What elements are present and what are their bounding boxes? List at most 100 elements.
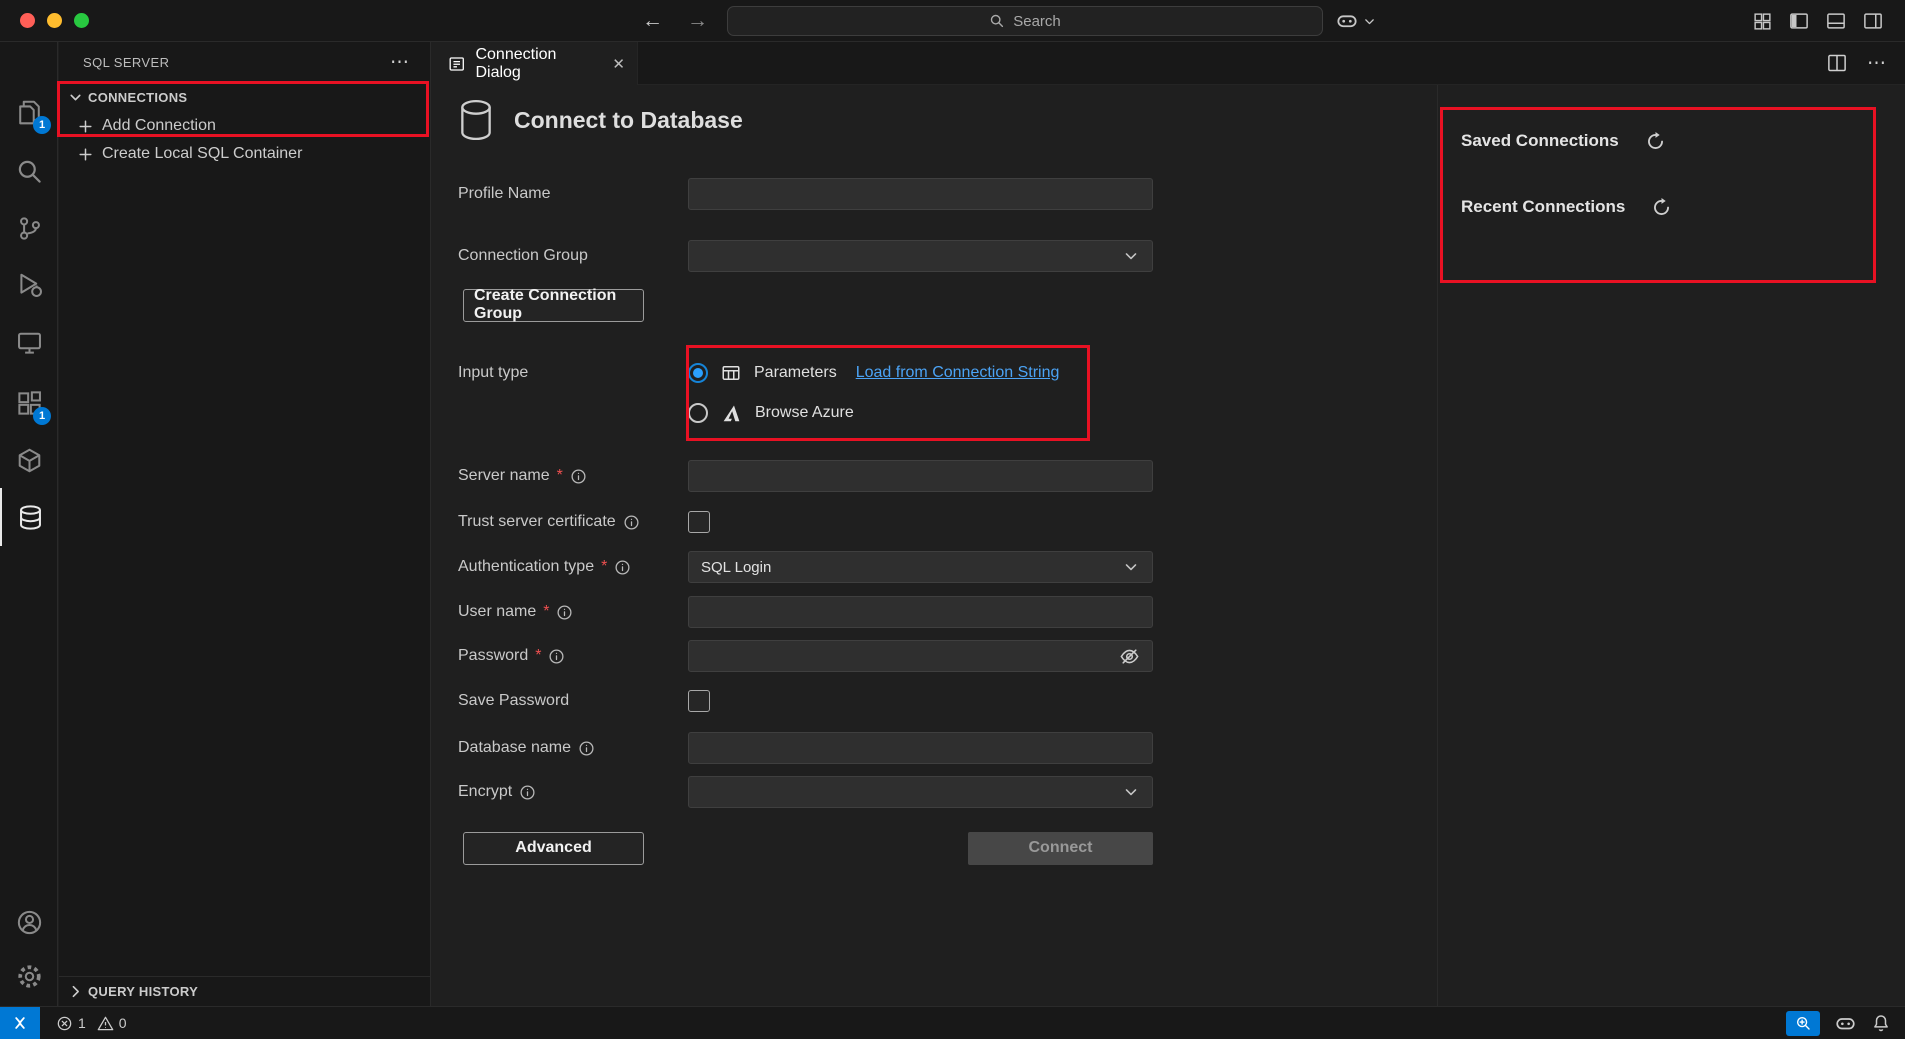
sidebar-empty-area [59,168,430,976]
database-name-input[interactable] [688,732,1153,764]
browse-azure-radio[interactable] [688,403,708,423]
search-placeholder: Search [1013,13,1061,30]
activity-containers[interactable] [0,431,58,489]
sidebar-title: SQL SERVER [83,55,390,70]
sidebar-item-create-local-sql-container[interactable]: Create Local SQL Container [59,140,430,168]
info-icon[interactable] [519,784,536,801]
activity-accounts[interactable] [0,898,58,946]
connect-button[interactable]: Connect [968,832,1153,865]
sidebar-header: SQL SERVER ⋯ [59,42,430,82]
copilot-menu[interactable] [1336,0,1376,42]
input-type-label: Input type [458,364,528,382]
run-debug-icon [16,271,43,298]
activity-run-debug[interactable] [0,255,58,313]
sidebar: SQL SERVER ⋯ CONNECTIONS Add Connection … [59,42,431,1006]
status-bar: 1 0 [0,1006,1905,1039]
server-name-input[interactable] [688,460,1153,492]
zoom-in-icon [1795,1015,1812,1032]
history-nav: ← → [642,0,708,42]
connection-group-select[interactable] [688,240,1153,272]
customize-layout-icon[interactable] [1753,12,1772,31]
back-button[interactable]: ← [642,9,663,33]
profile-name-label: Profile Name [458,185,550,203]
required-marker: * [535,647,541,665]
activity-sql-server[interactable] [0,488,58,546]
user-name-input[interactable] [688,596,1153,628]
authentication-type-label: Authentication type [458,558,594,576]
remote-indicator-button[interactable] [0,1007,40,1039]
parameters-radio[interactable] [688,363,708,383]
activity-explorer[interactable]: 1 [0,83,58,141]
more-actions-icon[interactable]: ⋯ [390,51,410,74]
zoom-window-button[interactable] [74,13,89,28]
authentication-type-select[interactable]: SQL Login [688,551,1153,583]
zoom-status-button[interactable] [1786,1011,1820,1036]
load-connection-string-link[interactable]: Load from Connection String [856,364,1060,382]
activity-remote-explorer[interactable] [0,313,58,371]
search-icon [16,158,43,185]
remote-icon [11,1014,29,1032]
create-connection-group-button[interactable]: Create Connection Group [463,289,644,322]
database-name-label: Database name [458,739,571,757]
more-actions-icon[interactable]: ⋯ [1867,52,1887,75]
toggle-panel-icon[interactable] [1826,11,1846,31]
recent-connections-row: Recent Connections [1461,192,1672,222]
query-history-section-header[interactable]: QUERY HISTORY [59,976,430,1006]
trust-certificate-label: Trust server certificate [458,513,616,531]
chevron-down-icon [1122,558,1140,576]
error-icon [56,1015,73,1032]
sidebar-item-add-connection[interactable]: Add Connection [59,112,430,140]
save-password-checkbox[interactable] [688,690,710,712]
authentication-type-value: SQL Login [701,559,771,576]
source-control-icon [16,215,43,242]
notifications-bell-icon[interactable] [1871,1013,1891,1033]
encrypt-row: Encrypt [458,776,1153,808]
search-input[interactable]: Search [727,6,1323,36]
chevron-right-icon [67,983,84,1000]
layout-controls [1753,0,1883,42]
info-icon[interactable] [570,468,587,485]
info-icon[interactable] [548,648,565,665]
info-icon[interactable] [556,604,573,621]
copilot-status-icon[interactable] [1835,1013,1856,1034]
eye-off-icon[interactable] [1119,646,1140,667]
encrypt-select[interactable] [688,776,1153,808]
saved-connections-title: Saved Connections [1461,131,1619,151]
password-input[interactable] [688,640,1153,672]
tab-connection-dialog[interactable]: Connection Dialog ✕ [432,42,638,85]
azure-icon [721,403,742,424]
info-icon[interactable] [578,740,595,757]
refresh-icon[interactable] [1651,197,1672,218]
info-icon[interactable] [614,559,631,576]
plus-icon [77,118,94,135]
advanced-button[interactable]: Advanced [463,832,644,865]
sql-server-icon [17,504,44,531]
connections-section-header[interactable]: CONNECTIONS [59,82,430,112]
activity-extensions[interactable]: 1 [0,374,58,432]
explorer-badge: 1 [33,116,51,134]
tab-label: Connection Dialog [475,46,602,82]
activity-source-control[interactable] [0,199,58,257]
close-tab-icon[interactable]: ✕ [612,55,625,73]
database-name-row: Database name [458,732,1153,764]
problems-button[interactable]: 1 0 [50,1015,127,1032]
user-name-row: User name * [458,596,1153,628]
minimize-window-button[interactable] [47,13,62,28]
forward-button[interactable]: → [687,9,708,33]
toggle-sidebar-icon[interactable] [1789,11,1809,31]
split-editor-icon[interactable] [1827,53,1847,73]
refresh-icon[interactable] [1645,131,1666,152]
trust-certificate-checkbox[interactable] [688,511,710,533]
table-icon [721,363,741,383]
required-marker: * [601,558,607,576]
activity-settings[interactable] [0,952,58,1000]
close-window-button[interactable] [20,13,35,28]
profile-name-input[interactable] [688,178,1153,210]
remote-explorer-icon [16,329,43,356]
toggle-secondary-sidebar-icon[interactable] [1863,11,1883,31]
profile-name-row: Profile Name [458,178,1153,210]
activity-search[interactable] [0,142,58,200]
browse-azure-row: Browse Azure [458,397,854,429]
chevron-down-icon [67,89,84,106]
info-icon[interactable] [623,514,640,531]
